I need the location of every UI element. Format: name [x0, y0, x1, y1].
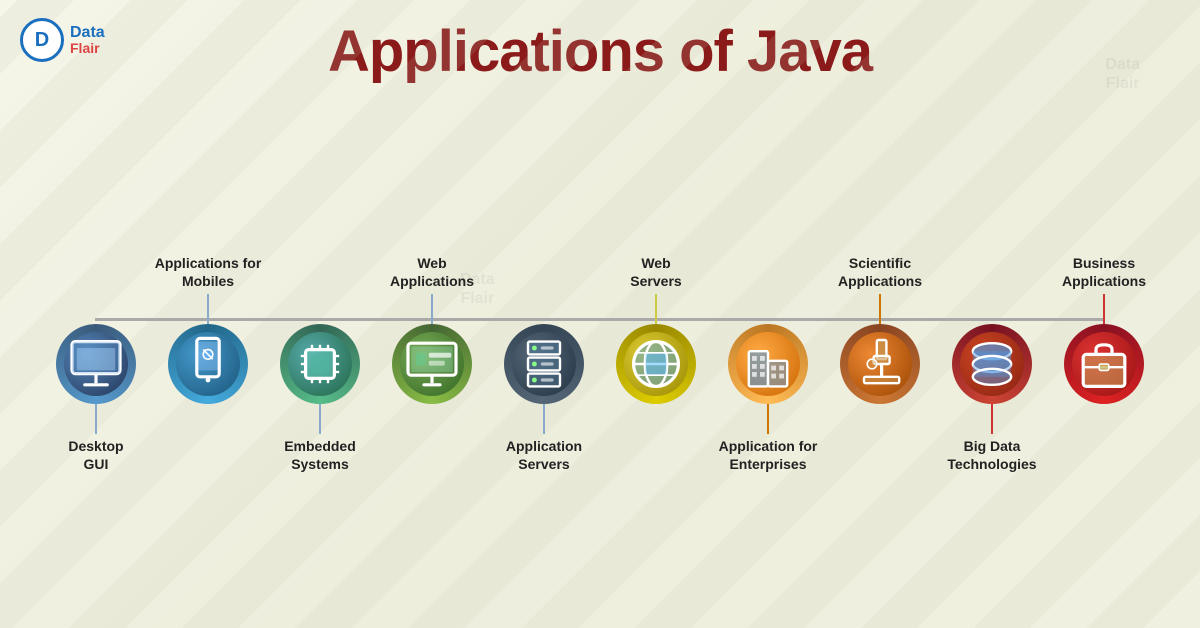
circle-inner-enterprises [736, 332, 800, 396]
node-scientific: ScientificApplications [824, 239, 936, 489]
circle-inner-scientific [848, 332, 912, 396]
label-top-business: BusinessApplications [1062, 239, 1146, 294]
circle-outer-web-apps [392, 324, 472, 404]
label-bottom-bigdata: Big DataTechnologies [947, 434, 1036, 489]
circle-outer-scientific [840, 324, 920, 404]
line-bottom-bigdata [991, 404, 993, 434]
circle-outer-business [1064, 324, 1144, 404]
label-top-mobile-apps: Applications forMobiles [155, 239, 262, 294]
circle-outer-bigdata [952, 324, 1032, 404]
circle-inner-web-apps [400, 332, 464, 396]
line-top-bigdata [991, 294, 993, 324]
circle-inner-web-servers [624, 332, 688, 396]
node-embedded: EmbeddedSystems [264, 239, 376, 489]
circle-inner-desktop-gui [64, 332, 128, 396]
circle-inner-app-servers [512, 332, 576, 396]
label-top-scientific: ScientificApplications [838, 239, 922, 294]
label-bottom-embedded: EmbeddedSystems [284, 434, 356, 489]
node-business: BusinessApplications [1048, 239, 1160, 489]
node-app-servers: ApplicationServers [488, 239, 600, 489]
line-top-web-apps [431, 294, 433, 324]
circle-outer-web-servers [616, 324, 696, 404]
circle-outer-enterprises [728, 324, 808, 404]
line-bottom-desktop-gui [95, 404, 97, 434]
label-bottom-app-servers: ApplicationServers [506, 434, 582, 489]
circle-outer-desktop-gui [56, 324, 136, 404]
node-web-servers: WebServers [600, 239, 712, 489]
line-top-web-servers [655, 294, 657, 324]
label-top-web-servers: WebServers [630, 239, 681, 294]
watermark-1: DataFlair [1105, 55, 1140, 93]
line-top-enterprises [767, 294, 769, 324]
logo-flair: Flair [70, 41, 105, 56]
logo: Data Flair [20, 18, 105, 62]
circle-outer-mobile-apps [168, 324, 248, 404]
circle-inner-mobile-apps [176, 332, 240, 396]
circle-outer-app-servers [504, 324, 584, 404]
line-top-business [1103, 294, 1105, 324]
logo-text: Data Flair [70, 24, 105, 57]
line-top-scientific [879, 294, 881, 324]
node-bigdata: Big DataTechnologies [936, 239, 1048, 489]
node-web-apps: WebApplications [376, 239, 488, 489]
line-top-mobile-apps [207, 294, 209, 324]
line-top-embedded [319, 294, 321, 324]
line-bottom-web-servers [655, 404, 657, 434]
line-bottom-app-servers [543, 404, 545, 434]
circle-inner-business [1072, 332, 1136, 396]
line-top-app-servers [543, 294, 545, 324]
page-title: Applications of Java [0, 0, 1200, 85]
line-bottom-scientific [879, 404, 881, 434]
nodes-container: DesktopGUI Applications forMobiles [40, 120, 1160, 608]
label-bottom-enterprises: Application forEnterprises [719, 434, 818, 489]
label-top-web-apps: WebApplications [390, 239, 474, 294]
logo-icon [20, 18, 64, 62]
line-top-desktop-gui [95, 294, 97, 324]
circle-inner-embedded [288, 332, 352, 396]
node-enterprises: Application forEnterprises [712, 239, 824, 489]
circle-inner-bigdata [960, 332, 1024, 396]
node-mobile-apps: Applications forMobiles [152, 239, 264, 489]
node-desktop-gui: DesktopGUI [40, 239, 152, 489]
line-bottom-mobile-apps [207, 404, 209, 434]
line-bottom-embedded [319, 404, 321, 434]
circle-outer-embedded [280, 324, 360, 404]
timeline: DesktopGUI Applications forMobiles [40, 120, 1160, 608]
line-bottom-enterprises [767, 404, 769, 434]
line-bottom-web-apps [431, 404, 433, 434]
label-bottom-desktop-gui: DesktopGUI [68, 434, 123, 489]
logo-data: Data [70, 24, 105, 42]
line-bottom-business [1103, 404, 1105, 434]
